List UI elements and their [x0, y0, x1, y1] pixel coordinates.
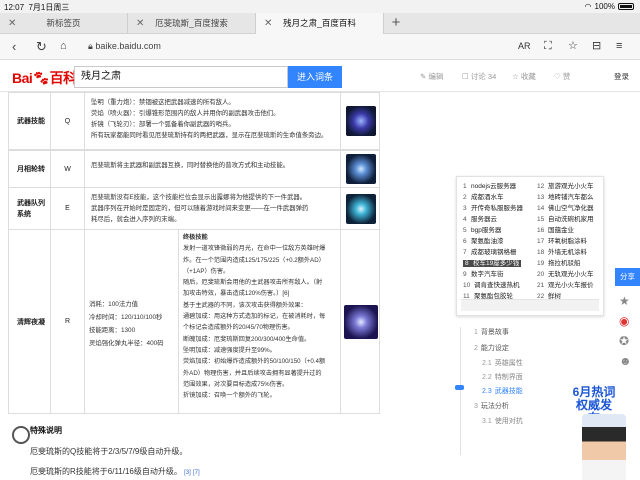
- skill-key: R: [51, 230, 85, 413]
- hot-item[interactable]: 4 服务器云: [463, 214, 497, 225]
- hot-search-panel: 1 nodejs云服务器 2 成都酒水车 3 开传奇私服服务器 4 服务器云 5 bgp服…: [456, 176, 604, 316]
- toc-item[interactable]: 2.2 特制界面: [482, 372, 523, 382]
- share-button[interactable]: 分享: [615, 268, 640, 286]
- skill-icon: [341, 93, 381, 149]
- skill-desc: 厄斐琉斯将主武器和副武器互换，同时替换他的普攻方式和主动技能。: [85, 151, 341, 187]
- menu-icon[interactable]: ≡: [616, 38, 622, 55]
- reference-link[interactable]: [7]: [193, 470, 200, 476]
- lock-icon: 🔒︎: [88, 41, 93, 51]
- hot-item[interactable]: 13 地砖铺汽车都么: [537, 192, 594, 203]
- hot-item[interactable]: 3 开传奇私服服务器: [463, 203, 523, 214]
- battery-icon: [618, 3, 634, 10]
- skill-desc: 终极技能 发射一道攻锋微弱的月光，在命中一位敌方英雄时爆 炸。在一个范围内造成12…: [179, 230, 341, 413]
- qq-icon[interactable]: ☻: [619, 354, 632, 368]
- skill-icon: [341, 188, 381, 229]
- discuss-link[interactable]: ☐ 讨论 34: [462, 71, 496, 82]
- hot-item[interactable]: 17 环氧树脂涂料: [537, 236, 587, 247]
- search-input[interactable]: 残月之肃: [74, 66, 288, 88]
- toc-item[interactable]: 2 能力设定: [474, 343, 509, 353]
- tab-baike[interactable]: ✕ 残月之肃_百度百科: [256, 13, 384, 34]
- enter-entry-button[interactable]: 进入词条: [288, 66, 342, 88]
- home-icon[interactable]: ⌂: [60, 38, 67, 55]
- hot-item[interactable]: 14 佛山空气净化器: [537, 203, 594, 214]
- close-icon[interactable]: ✕: [8, 13, 16, 34]
- loading-indicator: [12, 426, 30, 444]
- skill-icon: [341, 151, 381, 187]
- skill-key: E: [51, 188, 85, 229]
- hot-item[interactable]: 2 成都酒水车: [463, 192, 504, 203]
- ar-button[interactable]: AR: [518, 38, 531, 55]
- skill-icon: [341, 230, 381, 413]
- skill-name: 月相轮转: [9, 151, 51, 187]
- hot-item[interactable]: 5 bgp服务器: [463, 225, 501, 236]
- status-time: 12:07 7月1日周三: [4, 3, 70, 12]
- hot-item[interactable]: 7 成都玻璃钢格栅: [463, 247, 517, 258]
- weibo-icon[interactable]: ◉: [619, 314, 629, 328]
- reference-link[interactable]: [3]: [184, 470, 191, 476]
- close-icon[interactable]: ✕: [136, 13, 144, 34]
- notes-title: 特殊说明: [30, 426, 62, 435]
- edit-link[interactable]: ✎ 编辑: [420, 71, 443, 82]
- hot-item[interactable]: 10 调肯查快速热机: [463, 280, 520, 291]
- tab-bar: ✕ 新标签页 ✕ 厄斐琉斯_百度搜索 ✕ 残月之肃_百度百科 +: [0, 13, 640, 34]
- skill-name: 武器技能: [9, 93, 51, 149]
- star-icon[interactable]: ★: [619, 294, 630, 308]
- note-line: 厄斐琉斯的R技能将于6/11/16级自动升级。 [3] [7]: [30, 467, 200, 476]
- bookmarks-icon[interactable]: ⊟: [592, 38, 601, 55]
- promo-image[interactable]: [582, 414, 626, 480]
- url-field[interactable]: 🔒︎ baike.baidu.com: [88, 39, 161, 54]
- collect-link[interactable]: ☆ 收藏: [512, 71, 536, 82]
- hot-item[interactable]: 15 自动洗碗机家用: [537, 214, 594, 225]
- table-row: 清辉夜凝 R 消耗：100法力值 冷却时间：120/110/100秒 技能距离：13…: [8, 230, 380, 414]
- table-row: 月相轮转 W 厄斐琉斯将主武器和副武器互换，同时替换他的普攻方式和主动技能。: [8, 150, 380, 188]
- hot-item[interactable]: 9 数字汽车街: [463, 269, 504, 280]
- hot-item[interactable]: 20 无轨观光小火车: [537, 269, 594, 280]
- tab-new[interactable]: ✕ 新标签页: [0, 13, 128, 34]
- skill-key: W: [51, 151, 85, 187]
- table-row: 武器队列系统 E 厄斐琉斯没有E技能，这个技能栏位会显示出露娜将为他提供的下一件…: [8, 188, 380, 230]
- like-link[interactable]: ♡ 赞: [554, 71, 570, 82]
- address-bar: ‹ ↻ ⌂ 🔒︎ baike.baidu.com AR ⛶ ☆ ⊟ ≡: [0, 34, 640, 60]
- toc-item[interactable]: 2.1 英雄属性: [482, 358, 523, 368]
- hot-item[interactable]: 1 nodejs云服务器: [463, 181, 516, 192]
- toc-item[interactable]: 3.1 使用对抗: [482, 416, 523, 426]
- tab-search[interactable]: ✕ 厄斐琉斯_百度搜索: [128, 13, 256, 34]
- new-tab-button[interactable]: +: [384, 13, 408, 34]
- hot-item[interactable]: 6 聚氨酯油漆: [463, 236, 504, 247]
- wifi-icon: ◠: [584, 2, 592, 11]
- hot-item[interactable]: 12 旅游观光小火车: [537, 181, 594, 192]
- skill-stats: 消耗：100法力值 冷却时间：120/110/100秒 技能距离：1300 灵焰强化弹…: [85, 230, 179, 413]
- hot-item-highlighted[interactable]: 8 校车19座多少钱: [463, 258, 522, 269]
- skill-key: Q: [51, 93, 85, 149]
- status-right: ◠ 100%: [585, 2, 634, 11]
- baike-header: Bai🐾︎百科 残月之肃 进入词条 ✎ 编辑 ☐ 讨论 34 ☆ 收藏 ♡ 赞 …: [0, 60, 640, 92]
- hot-item[interactable]: 19 拖拉机驳船: [537, 258, 581, 269]
- toc-marker: [455, 385, 464, 390]
- skill-name: 武器队列系统: [9, 188, 51, 229]
- table-row: 武器技能 Q 坠明（重力炮）：禁锢被这把武器减速的所有敌人。 荧焰（喷火器）：引爆…: [8, 92, 380, 150]
- scan-icon[interactable]: ⛶: [544, 38, 552, 55]
- close-icon[interactable]: ✕: [264, 13, 272, 34]
- reload-icon[interactable]: ↻: [36, 38, 47, 55]
- hot-panel-footer: [461, 299, 599, 311]
- skill-desc: 厄斐琉斯没有E技能，这个技能栏位会显示出露娜将为他提供的下一件武器。 武器序列在开…: [85, 188, 341, 229]
- toc-line: [460, 327, 461, 455]
- skill-name: 清辉夜凝: [9, 230, 51, 413]
- toc-item-current[interactable]: 2.3 武器技能: [482, 386, 523, 396]
- baidu-logo[interactable]: Bai🐾︎百科: [12, 68, 77, 88]
- status-bar: 12:07 7月1日周三 ◠ 100%: [0, 0, 640, 13]
- back-icon[interactable]: ‹: [12, 38, 16, 55]
- star-icon[interactable]: ☆: [568, 38, 578, 55]
- battery-percent: 100%: [594, 2, 615, 11]
- toc-item[interactable]: 3 玩法分析: [474, 401, 509, 411]
- note-line: 厄斐琉斯的Q技能将于2/3/5/7/9级自动升级。: [30, 447, 188, 456]
- toc-item[interactable]: 1 背景故事: [474, 327, 509, 337]
- hot-item[interactable]: 21 观光小火车报价: [537, 280, 594, 291]
- browser-window: { "status": {"time": "12:07", "date": "7…: [0, 0, 640, 480]
- login-link[interactable]: 登录: [614, 71, 629, 82]
- hot-item[interactable]: 16 国蕴金业: [537, 225, 574, 236]
- hot-item[interactable]: 18 外墙无机涂料: [537, 247, 587, 258]
- skill-desc: 坠明（重力炮）：禁锢被这把武器减速的所有敌人。 荧焰（喷火器）：引爆锥形范围内的敌…: [85, 93, 341, 149]
- qq-zone-icon[interactable]: ✪: [619, 334, 629, 348]
